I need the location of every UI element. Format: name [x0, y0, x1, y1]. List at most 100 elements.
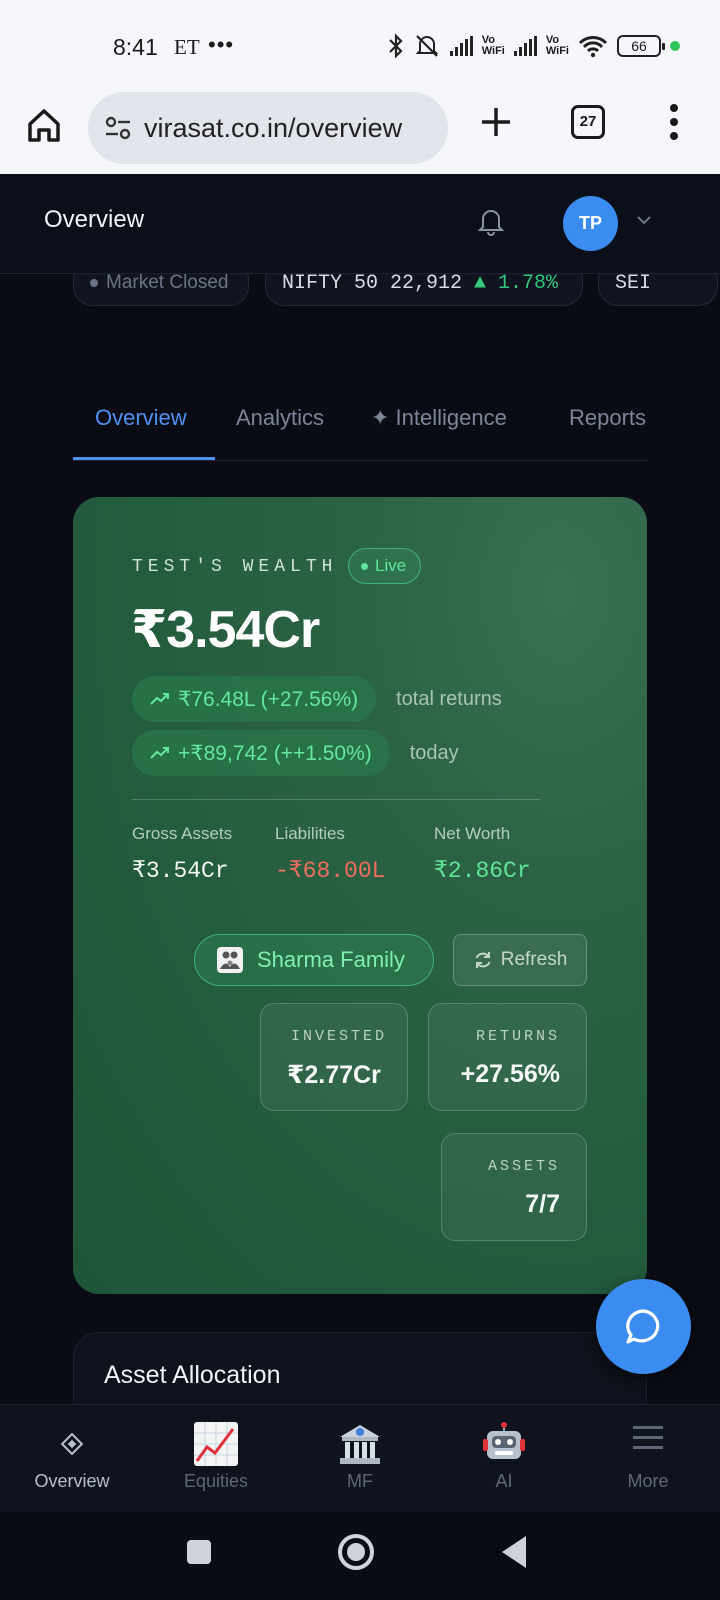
- user-avatar[interactable]: TP: [563, 196, 618, 251]
- tab-analytics[interactable]: Analytics: [236, 405, 324, 431]
- bluetooth-icon: [388, 33, 403, 59]
- site-settings-icon[interactable]: [104, 114, 132, 142]
- section-tabs: Overview Analytics ✦ Intelligence Report…: [73, 395, 647, 461]
- status-dot: [90, 279, 98, 287]
- app-header: Overview TP: [0, 174, 720, 274]
- nifty-pill: NIFTY 50 22,912 ▲ 1.78%: [265, 274, 583, 306]
- nav-overview[interactable]: Overview: [0, 1405, 144, 1513]
- bottom-navigation: Overview Equities MF AI More: [0, 1404, 720, 1512]
- nav-more[interactable]: More: [576, 1405, 720, 1513]
- live-text: Live: [375, 556, 407, 575]
- market-ticker: Market Closed NIFTY 50 22,912 ▲ 1.78% SE…: [0, 274, 720, 308]
- vowifi-icon: Vo WiFi: [481, 34, 505, 57]
- nav-more-label: More: [627, 1471, 669, 1491]
- nav-equities-label: Equities: [183, 1471, 249, 1491]
- back-triangle-icon[interactable]: [500, 1534, 528, 1570]
- market-status-pill: Market Closed: [73, 274, 249, 306]
- liabilities-value: -₹68.00L: [275, 858, 386, 884]
- camera-active-dot: [670, 41, 680, 51]
- chart-increasing-icon: [194, 1422, 238, 1466]
- chat-bubble-icon: [626, 1309, 660, 1344]
- nav-overview-label: Overview: [34, 1471, 110, 1491]
- trending-up-icon: [150, 693, 169, 705]
- home-icon[interactable]: [26, 106, 62, 146]
- sensex-pill: SEI: [598, 274, 718, 306]
- trending-up-icon: [150, 747, 169, 759]
- nav-mf-label: MF: [347, 1471, 373, 1491]
- asset-allocation-title: Asset Allocation: [104, 1361, 281, 1389]
- battery-icon: 66: [617, 35, 665, 57]
- wealth-card: TEST'S WEALTH Live ₹3.54Cr ₹76.48L (+27.…: [73, 497, 647, 1294]
- gross-assets-label: Gross Assets: [132, 824, 233, 843]
- total-returns-row: ₹76.48L (+27.56%) total returns: [132, 676, 502, 722]
- invested-value: ₹2.77Cr: [287, 1061, 381, 1089]
- address-bar[interactable]: virasat.co.in/overview: [88, 92, 448, 164]
- nav-equities[interactable]: Equities: [144, 1405, 288, 1513]
- family-selector-button[interactable]: Sharma Family: [194, 934, 434, 986]
- tab-switcher-button[interactable]: 27: [571, 105, 605, 139]
- family-icon: [217, 947, 243, 973]
- system-navigation-bar: [0, 1512, 720, 1600]
- total-returns-pill: ₹76.48L (+27.56%): [132, 676, 377, 722]
- tab-intelligence[interactable]: ✦ Intelligence: [371, 405, 507, 431]
- wifi-icon: [578, 36, 608, 58]
- page-title: Overview: [44, 206, 145, 233]
- nifty-value: NIFTY 50 22,912: [282, 274, 463, 295]
- url-text: virasat.co.in/overview: [144, 112, 403, 143]
- diamond-icon: [60, 1432, 84, 1456]
- today-returns-pill: +₹89,742 (++1.50%): [132, 730, 390, 776]
- status-bar: 8:41 ET ••• Vo WiFi Vo WiFi 66: [0, 0, 720, 92]
- divider: [132, 799, 540, 800]
- tab-reports[interactable]: Reports: [569, 405, 646, 431]
- family-name: Sharma Family: [257, 947, 405, 972]
- hamburger-icon: [633, 1426, 663, 1449]
- invested-stat: INVESTED ₹2.77Cr: [260, 1003, 408, 1111]
- signal-strength-icon-2: [513, 36, 537, 56]
- today-note: today: [409, 741, 459, 764]
- new-tab-icon[interactable]: [478, 104, 514, 140]
- home-circle-icon[interactable]: [336, 1532, 376, 1572]
- sensex-value: SEI: [615, 274, 652, 295]
- assets-stat: ASSETS 7/7: [441, 1133, 587, 1241]
- invested-label: INVESTED: [291, 1028, 388, 1045]
- recents-square-icon[interactable]: [185, 1538, 213, 1566]
- refresh-label: Refresh: [500, 949, 568, 970]
- liabilities-label: Liabilities: [275, 824, 345, 843]
- nav-ai[interactable]: AI: [432, 1405, 576, 1513]
- nifty-change: ▲ 1.78%: [474, 274, 559, 295]
- browser-menu-icon[interactable]: [668, 102, 680, 142]
- chevron-down-icon[interactable]: [636, 214, 652, 226]
- status-more-indicator: •••: [208, 32, 235, 57]
- total-wealth: ₹3.54Cr: [131, 601, 320, 659]
- returns-value: +27.56%: [460, 1060, 560, 1088]
- signal-strength-icon: [449, 36, 473, 56]
- vowifi-icon-2: Vo WiFi: [545, 34, 569, 57]
- mute-bell-icon: [415, 35, 439, 57]
- refresh-button[interactable]: Refresh: [453, 934, 587, 986]
- today-returns-row: +₹89,742 (++1.50%) today: [132, 730, 459, 776]
- net-worth-value: ₹2.86Cr: [434, 858, 531, 884]
- chat-button[interactable]: [596, 1279, 691, 1374]
- nav-mf[interactable]: MF: [288, 1405, 432, 1513]
- market-status-text: Market Closed: [106, 274, 229, 293]
- assets-label: ASSETS: [487, 1158, 560, 1175]
- returns-label: RETURNS: [475, 1028, 560, 1045]
- today-returns-value: +₹89,742 (++1.50%): [178, 741, 372, 765]
- live-badge: Live: [348, 548, 422, 584]
- notification-bell-icon[interactable]: [478, 206, 504, 236]
- refresh-icon: [475, 952, 491, 968]
- assets-value: 7/7: [525, 1190, 560, 1218]
- bank-icon: [340, 1425, 380, 1464]
- total-returns-note: total returns: [396, 687, 502, 710]
- status-carrier: ET: [174, 35, 200, 59]
- net-worth-label: Net Worth: [434, 824, 511, 843]
- browser-toolbar: virasat.co.in/overview 27: [0, 92, 720, 174]
- status-time: 8:41: [113, 34, 158, 60]
- status-icons: Vo WiFi Vo WiFi 66: [388, 30, 680, 62]
- tab-overview[interactable]: Overview: [95, 405, 187, 431]
- total-returns-value: ₹76.48L (+27.56%): [178, 687, 359, 711]
- active-tab-indicator: [73, 457, 215, 460]
- wealth-label: TEST'S WEALTH: [132, 557, 338, 577]
- gross-assets-value: ₹3.54Cr: [132, 858, 229, 884]
- live-dot: [361, 562, 368, 570]
